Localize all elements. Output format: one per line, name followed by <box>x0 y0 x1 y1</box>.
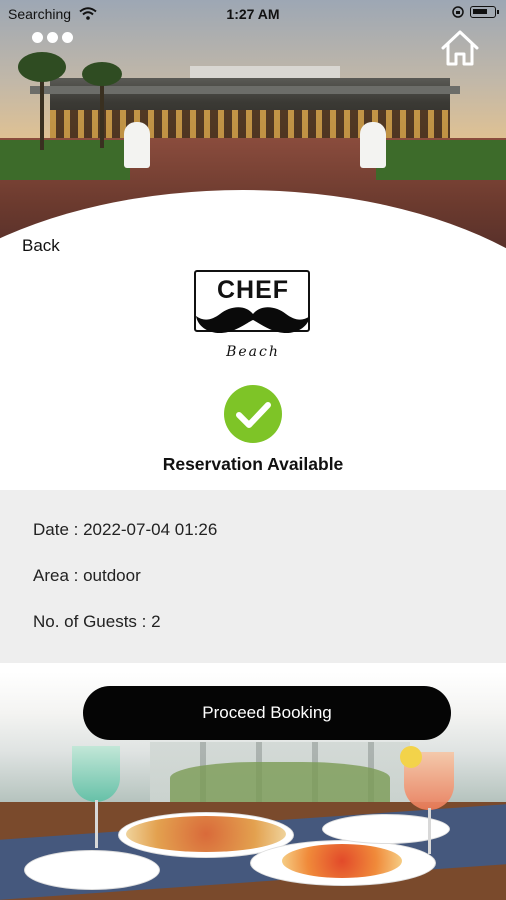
reservation-area: Area : outdoor <box>33 566 141 585</box>
battery-icon <box>470 6 499 18</box>
proceed-booking-button[interactable]: Proceed Booking <box>83 686 451 740</box>
checkmark-icon <box>224 385 282 443</box>
reservation-guests: No. of Guests : 2 <box>33 612 161 631</box>
mustache-icon <box>196 307 310 334</box>
hero-image: Searching 1:27 AM <box>0 0 506 250</box>
status-bar: Searching 1:27 AM <box>0 0 506 28</box>
reservation-details: Date : 2022-07-04 01:26 Area : outdoor N… <box>0 490 506 663</box>
status-time: 1:27 AM <box>226 6 280 22</box>
reservation-status: Reservation Available <box>162 454 344 474</box>
home-icon[interactable] <box>438 26 482 70</box>
logo-subtext: Beach <box>226 344 280 360</box>
orientation-lock-icon <box>452 6 464 18</box>
logo-text: CHEF <box>216 276 290 304</box>
reservation-date: Date : 2022-07-04 01:26 <box>33 520 218 539</box>
back-button[interactable]: Back <box>22 236 60 256</box>
restaurant-logo: CHEF Beach <box>190 266 316 366</box>
more-dots-icon[interactable] <box>32 32 73 43</box>
